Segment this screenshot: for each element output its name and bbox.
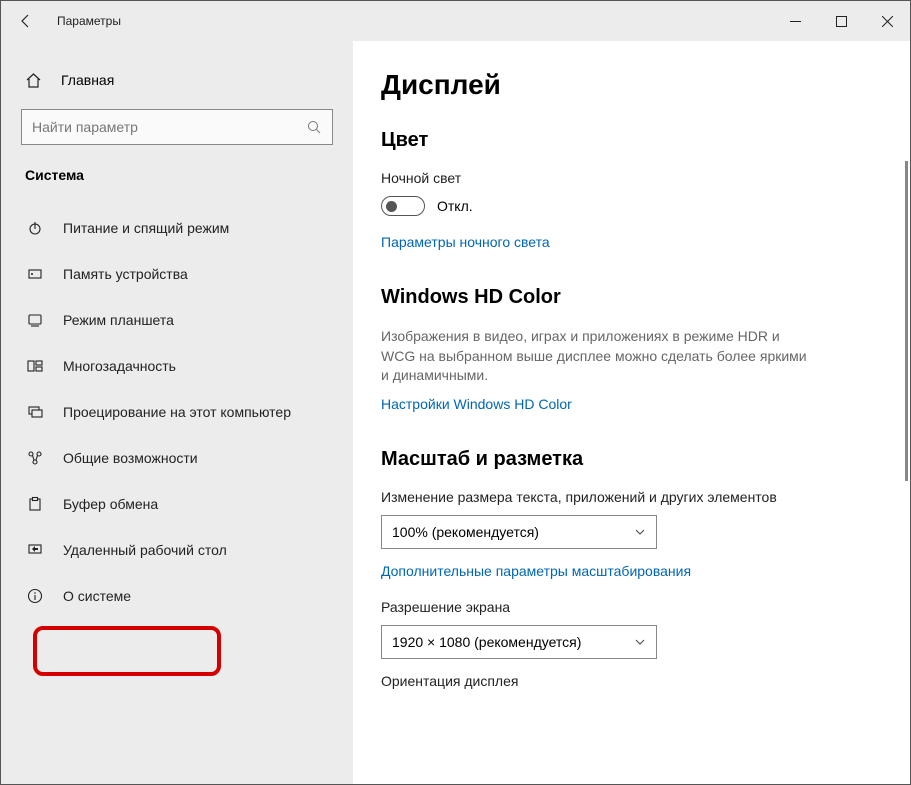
- section-heading: Цвет: [381, 129, 880, 152]
- home-label: Главная: [61, 72, 114, 88]
- scale-select[interactable]: 100% (рекомендуется): [381, 515, 657, 549]
- body: Главная Найти параметр Система Питание и…: [1, 41, 910, 784]
- search-icon: [307, 120, 322, 135]
- scale-value: 100% (рекомендуется): [392, 524, 539, 540]
- sidebar-item-projecting[interactable]: Проецирование на этот компьютер: [1, 389, 353, 435]
- clipboard-icon: [25, 496, 45, 512]
- power-icon: [25, 220, 45, 236]
- search-input[interactable]: Найти параметр: [21, 109, 333, 145]
- chevron-down-icon: [634, 636, 646, 648]
- sidebar-section-label: Система: [1, 159, 353, 189]
- hdcolor-link[interactable]: Настройки Windows HD Color: [381, 396, 880, 412]
- sidebar-item-power[interactable]: Питание и спящий режим: [1, 205, 353, 251]
- nav-label: О системе: [63, 588, 131, 604]
- maximize-button[interactable]: [818, 1, 864, 41]
- titlebar: Параметры: [1, 1, 910, 41]
- close-button[interactable]: [864, 1, 910, 41]
- nav-label: Режим планшета: [63, 312, 174, 328]
- back-button[interactable]: [1, 1, 51, 41]
- scrollbar[interactable]: [905, 161, 908, 481]
- night-light-toggle[interactable]: [381, 196, 425, 216]
- home-icon: [25, 72, 45, 89]
- hdcolor-desc: Изображения в видео, играх и приложениях…: [381, 327, 811, 386]
- resolution-label: Разрешение экрана: [381, 599, 880, 615]
- scale-advanced-link[interactable]: Дополнительные параметры масштабирования: [381, 563, 880, 579]
- search-placeholder: Найти параметр: [32, 119, 138, 135]
- sidebar-item-about[interactable]: О системе: [1, 573, 353, 619]
- nav-label: Буфер обмена: [63, 496, 158, 512]
- night-light-settings-link[interactable]: Параметры ночного света: [381, 234, 880, 250]
- section-color: Цвет Ночной свет Откл. Параметры ночного…: [381, 129, 880, 250]
- orientation-label: Ориентация дисплея: [381, 673, 880, 689]
- section-heading: Windows HD Color: [381, 286, 880, 309]
- toggle-state: Откл.: [437, 198, 473, 214]
- sidebar-item-remote[interactable]: Удаленный рабочий стол: [1, 527, 353, 573]
- night-light-toggle-row: Откл.: [381, 196, 880, 216]
- sidebar-item-tablet[interactable]: Режим планшета: [1, 297, 353, 343]
- annotation-highlight: [33, 626, 221, 676]
- window-controls: [772, 1, 910, 41]
- nav-label: Проецирование на этот компьютер: [63, 404, 291, 420]
- section-hdcolor: Windows HD Color Изображения в видео, иг…: [381, 286, 880, 412]
- project-icon: [25, 404, 45, 420]
- resolution-value: 1920 × 1080 (рекомендуется): [392, 634, 581, 650]
- resolution-select[interactable]: 1920 × 1080 (рекомендуется): [381, 625, 657, 659]
- nav-label: Питание и спящий режим: [63, 220, 229, 236]
- main-content: Дисплей Цвет Ночной свет Откл. Параметры…: [353, 41, 910, 784]
- page-title: Дисплей: [381, 69, 880, 101]
- window-title: Параметры: [51, 14, 121, 28]
- settings-window: Параметры Главная Найти параметр: [0, 0, 911, 785]
- remote-icon: [25, 542, 45, 558]
- info-icon: [25, 588, 45, 604]
- sidebar-item-home[interactable]: Главная: [1, 59, 353, 101]
- sidebar: Главная Найти параметр Система Питание и…: [1, 41, 353, 784]
- sidebar-item-clipboard[interactable]: Буфер обмена: [1, 481, 353, 527]
- nav-label: Многозадачность: [63, 358, 176, 374]
- storage-icon: [25, 266, 45, 282]
- sidebar-item-multitask[interactable]: Многозадачность: [1, 343, 353, 389]
- tablet-icon: [25, 312, 45, 328]
- sidebar-item-shared[interactable]: Общие возможности: [1, 435, 353, 481]
- sidebar-item-storage[interactable]: Память устройства: [1, 251, 353, 297]
- shared-icon: [25, 450, 45, 466]
- section-scale: Масштаб и разметка Изменение размера тек…: [381, 448, 880, 689]
- chevron-down-icon: [634, 526, 646, 538]
- nav-label: Общие возможности: [63, 450, 198, 466]
- multitask-icon: [25, 358, 45, 374]
- scale-label: Изменение размера текста, приложений и д…: [381, 489, 880, 505]
- minimize-button[interactable]: [772, 1, 818, 41]
- nav-label: Память устройства: [63, 266, 188, 282]
- section-heading: Масштаб и разметка: [381, 448, 880, 471]
- sidebar-nav: Питание и спящий режим Память устройства…: [1, 205, 353, 619]
- nav-label: Удаленный рабочий стол: [63, 542, 227, 558]
- night-light-label: Ночной свет: [381, 170, 880, 186]
